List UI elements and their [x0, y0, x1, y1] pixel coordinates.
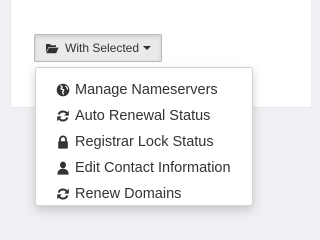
menu-item-label: Manage Nameservers	[75, 82, 218, 98]
menu-item-edit-contact-information[interactable]: Edit Contact Information	[36, 155, 252, 181]
globe-icon	[56, 83, 70, 97]
folder-open-icon	[45, 42, 59, 54]
menu-item-label: Auto Renewal Status	[75, 108, 211, 124]
menu-item-renew-domains[interactable]: Renew Domains	[36, 181, 252, 207]
menu-item-auto-renewal-status[interactable]: Auto Renewal Status	[36, 103, 252, 129]
menu-item-label: Renew Domains	[75, 186, 182, 202]
menu-item-registrar-lock-status[interactable]: Registrar Lock Status	[36, 129, 252, 155]
refresh-icon	[56, 109, 70, 123]
with-selected-button[interactable]: With Selected	[34, 34, 162, 62]
menu-item-label: Registrar Lock Status	[75, 134, 214, 150]
menu-item-manage-nameservers[interactable]: Manage Nameservers	[36, 77, 252, 103]
refresh-icon	[56, 187, 70, 201]
lock-icon	[56, 135, 70, 149]
caret-down-icon	[143, 46, 152, 50]
user-icon	[56, 161, 70, 175]
with-selected-label: With Selected	[65, 41, 140, 55]
with-selected-dropdown-menu: Manage Nameservers Auto Renewal Status R…	[35, 67, 253, 206]
menu-item-label: Edit Contact Information	[75, 160, 231, 176]
